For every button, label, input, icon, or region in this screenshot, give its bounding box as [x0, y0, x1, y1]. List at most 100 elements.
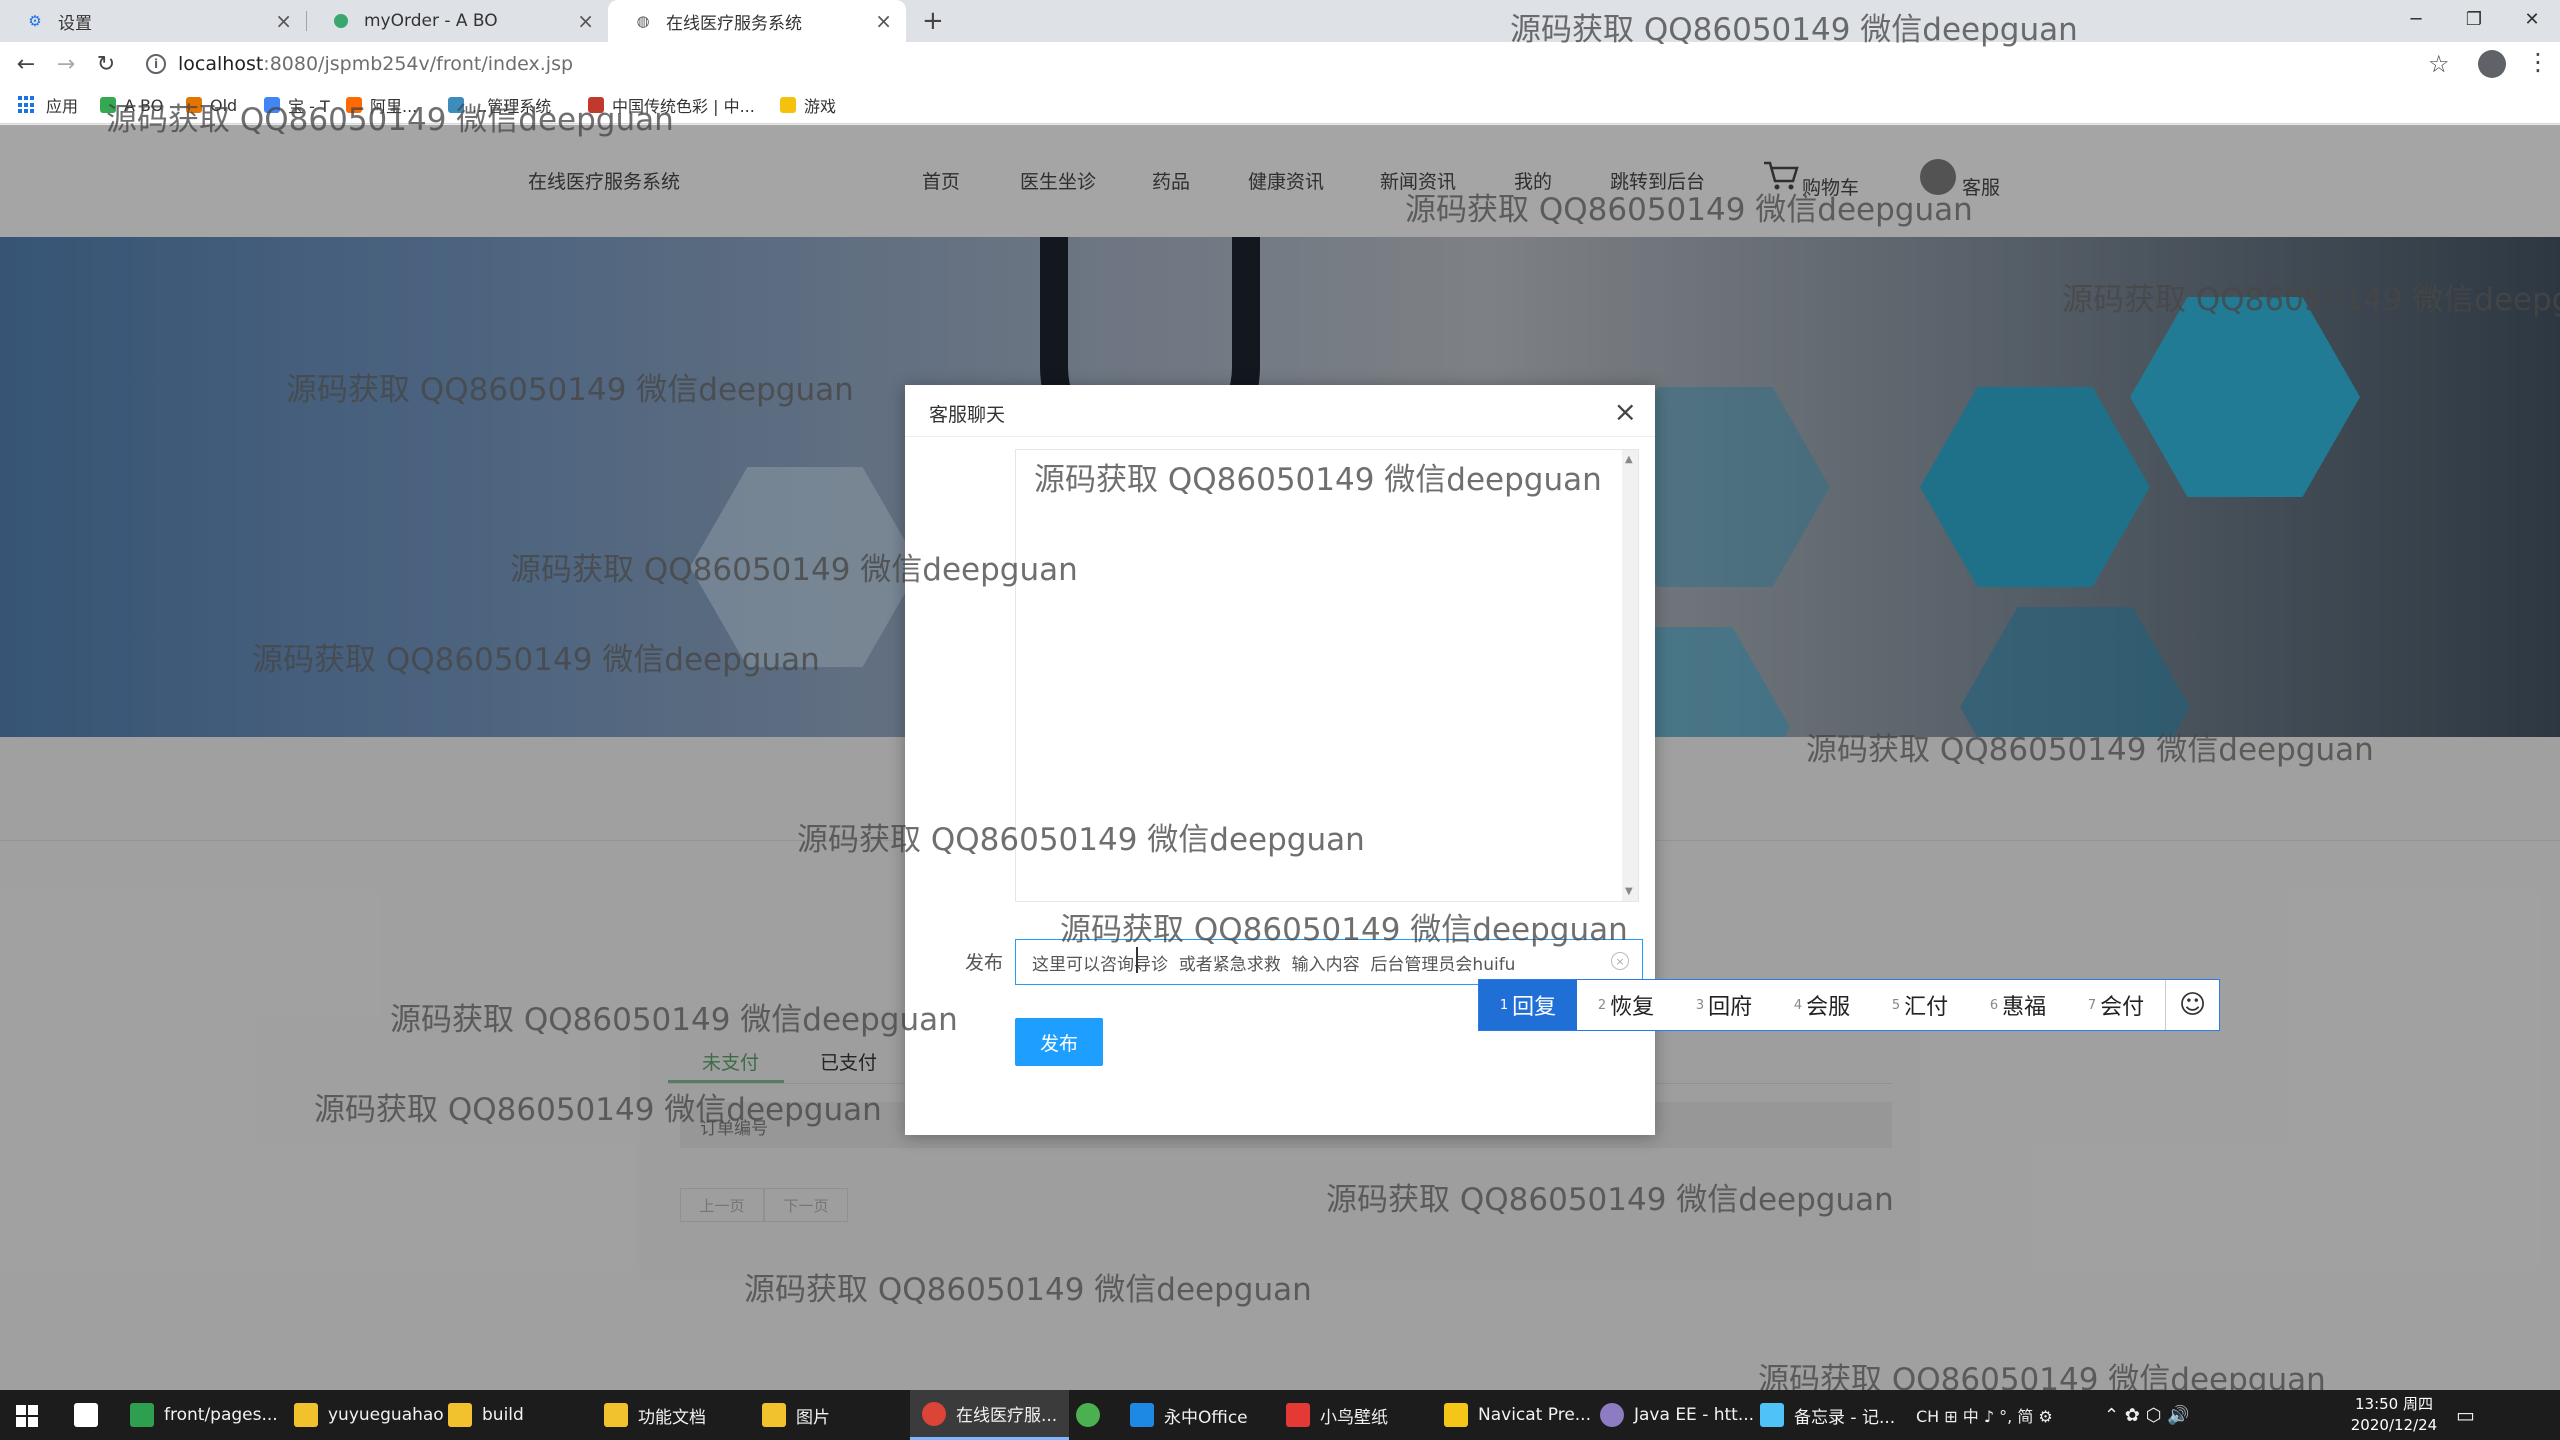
restore-button[interactable]: ❐	[2446, 0, 2502, 38]
app-icon	[332, 12, 350, 30]
hbuilder-icon	[130, 1403, 154, 1427]
taskbar-app-pinned[interactable]	[74, 1390, 110, 1440]
ime-candidate-bar: 1 回复 2 恢复 3 回府 4 会服 5 汇付 6 惠福 7 会付 ☺	[1478, 979, 2220, 1031]
taskbar-label: build	[482, 1405, 524, 1425]
taskbar-item[interactable]: build	[448, 1390, 524, 1440]
menu-kebab-icon[interactable]: ⋮	[2526, 48, 2550, 76]
watermark: 源码获取 QQ86050149 微信deepguan	[797, 822, 1365, 858]
folder-icon	[780, 97, 796, 113]
taskbar-item[interactable]: 备忘录 - 记...	[1760, 1390, 1895, 1440]
tab-settings[interactable]: ⚙ 设置 ×	[0, 0, 306, 42]
notepad-icon	[1760, 1403, 1784, 1427]
tab-title: 设置	[58, 13, 92, 34]
tab-medical-system[interactable]: ◍ 在线医疗服务系统 ×	[608, 0, 906, 42]
profile-avatar-icon[interactable]	[2478, 50, 2506, 78]
taskbar-item[interactable]: 功能文档	[604, 1390, 706, 1440]
chrome-icon	[922, 1401, 946, 1426]
system-tray[interactable]: CH ⊞ 中 ♪ °, 简 ⚙	[1916, 1390, 2053, 1440]
ime-candidate[interactable]: 3 回府	[1675, 980, 1773, 1030]
new-tab-button[interactable]: +	[922, 0, 948, 42]
watermark: 源码获取 QQ86050149 微信deepguan	[390, 1002, 958, 1038]
candidate-text: 会付	[2100, 995, 2145, 1020]
wallpaper-icon	[1286, 1403, 1310, 1427]
watermark: 源码获取 QQ86050149 微信deepguan	[1405, 192, 1973, 228]
taskbar-item[interactable]: front/pages...	[130, 1390, 278, 1440]
globe-icon: ◍	[636, 12, 650, 30]
info-icon[interactable]: i	[146, 54, 166, 74]
candidate-text: 惠福	[2002, 995, 2047, 1020]
candidate-number: 1	[1499, 997, 1509, 1013]
close-icon[interactable]: ×	[275, 9, 292, 33]
ime-candidate[interactable]: 1 回复	[1479, 980, 1577, 1030]
input-label: 发布	[965, 952, 1004, 974]
close-icon[interactable]: ×	[1614, 395, 1637, 428]
watermark: 源码获取 QQ86050149 微信deepguan	[286, 372, 854, 408]
taskbar-label: Java EE - htt...	[1634, 1405, 1755, 1425]
notification-icon[interactable]: ▭	[2456, 1390, 2475, 1440]
taskbar-app-pinned[interactable]	[1076, 1390, 1110, 1440]
store-icon	[74, 1403, 98, 1427]
watermark: 源码获取 QQ86050149 微信deepguan	[1806, 732, 2374, 768]
watermark: 源码获取 QQ86050149 微信deepguan	[510, 552, 1078, 588]
watermark: 源码获取 QQ86050149 微信deepguan	[106, 102, 674, 138]
clear-icon[interactable]: ×	[1611, 952, 1629, 970]
ime-candidate[interactable]: 7 会付	[2067, 980, 2165, 1030]
candidate-number: 7	[2087, 997, 2097, 1013]
window-close-button[interactable]: ✕	[2504, 0, 2560, 38]
folder-icon	[604, 1403, 628, 1427]
watermark: 源码获取 QQ86050149 微信deepguan	[314, 1092, 882, 1128]
taskbar-item[interactable]: 永中Office	[1130, 1390, 1248, 1440]
bookmark-star-icon[interactable]: ☆	[2428, 50, 2450, 78]
reload-icon[interactable]: ↻	[92, 50, 120, 78]
tray-icons[interactable]: ⌃ ✿ ⬡ 🔊	[2104, 1390, 2189, 1440]
browser-tab-strip: ⚙ 设置 × myOrder - A BO × ◍ 在线医疗服务系统 × + ─…	[0, 0, 2560, 42]
close-icon[interactable]: ×	[875, 9, 892, 33]
taskbar-label: 备忘录 - 记...	[1794, 1407, 1896, 1428]
minimize-button[interactable]: ─	[2388, 0, 2444, 38]
bookmark-apps[interactable]: 应用	[18, 94, 78, 116]
tab-title: myOrder - A BO	[364, 11, 498, 31]
ime-candidate[interactable]: 5 汇付	[1871, 980, 1969, 1030]
watermark: 源码获取 QQ86050149 微信deepguan	[2062, 282, 2560, 318]
ime-candidate[interactable]: 4 会服	[1773, 980, 1871, 1030]
windows-start-icon[interactable]	[16, 1405, 38, 1427]
taskbar-label: 在线医疗服...	[956, 1406, 1058, 1426]
taskbar-item[interactable]: yuyueguahao	[294, 1390, 444, 1440]
candidate-number: 2	[1597, 997, 1607, 1013]
close-icon[interactable]: ×	[577, 9, 594, 33]
taskbar-item[interactable]: 小鸟壁纸	[1286, 1390, 1388, 1440]
tab-title: 在线医疗服务系统	[666, 13, 802, 34]
candidate-number: 6	[1989, 997, 1999, 1013]
back-arrow-icon[interactable]: ←	[12, 50, 40, 78]
apps-grid-icon	[18, 96, 36, 114]
browser-icon	[1076, 1403, 1100, 1427]
taskbar-item-active[interactable]: 在线医疗服...	[910, 1390, 1070, 1440]
taskbar-label: 小鸟壁纸	[1320, 1407, 1388, 1428]
taskbar-clock[interactable]: 13:50 周四 2020/12/24	[2346, 1394, 2442, 1436]
scrollbar[interactable]: ▲ ▼	[1622, 450, 1638, 901]
tab-myorder[interactable]: myOrder - A BO ×	[306, 0, 608, 42]
eclipse-icon	[1600, 1403, 1624, 1427]
taskbar-label: yuyueguahao	[328, 1405, 444, 1425]
taskbar-item[interactable]: 图片	[762, 1390, 830, 1440]
scroll-down-icon[interactable]: ▼	[1625, 886, 1633, 897]
taskbar-label: 功能文档	[638, 1407, 706, 1428]
candidate-text: 汇付	[1904, 995, 1949, 1020]
emoji-icon[interactable]: ☺	[2165, 980, 2219, 1030]
candidate-number: 5	[1891, 997, 1901, 1013]
post-button[interactable]: 发布	[1015, 1018, 1103, 1066]
candidate-number: 3	[1695, 997, 1705, 1013]
scroll-up-icon[interactable]: ▲	[1625, 454, 1633, 465]
taskbar-item[interactable]: Java EE - htt...	[1600, 1390, 1754, 1440]
ime-candidate[interactable]: 6 惠福	[1969, 980, 2067, 1030]
dialog-title: 客服聊天	[929, 404, 1006, 426]
taskbar-label: 图片	[796, 1407, 830, 1428]
bookmark-folder[interactable]: 游戏	[780, 94, 836, 116]
ime-candidate[interactable]: 2 恢复	[1577, 980, 1675, 1030]
url-field[interactable]: i localhost:8080/jspmb254v/front/index.j…	[146, 46, 2436, 82]
taskbar-item[interactable]: Navicat Pre...	[1444, 1390, 1591, 1440]
url-path: :8080/jspmb254v/front/index.jsp	[263, 53, 574, 75]
candidate-text: 恢复	[1610, 995, 1655, 1020]
candidate-text: 会服	[1806, 995, 1851, 1020]
forward-arrow-icon[interactable]: →	[52, 50, 80, 78]
